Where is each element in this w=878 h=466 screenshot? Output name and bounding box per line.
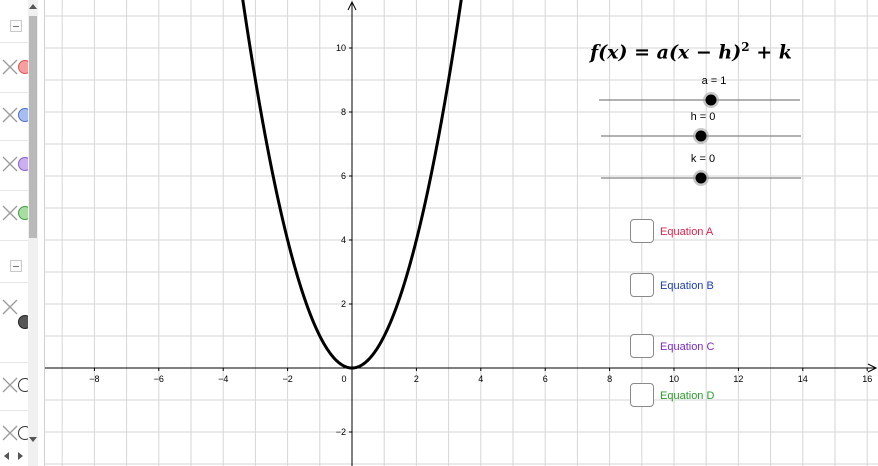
row-divider [0,410,30,411]
equation-c-checkbox[interactable] [630,334,654,358]
delete-icon[interactable] [1,298,19,316]
delete-icon[interactable] [1,424,19,442]
y-tick-label: 10 [336,43,346,53]
scroll-down-icon[interactable] [29,437,37,442]
row-divider [0,190,30,191]
x-tick-label: −8 [89,374,99,384]
x-tick-label: 10 [669,374,679,384]
algebra-view [0,0,45,466]
delete-icon[interactable] [1,155,19,173]
delete-icon[interactable] [1,376,19,394]
formula-tail: + k [749,41,792,64]
y-tick-label: 4 [341,235,346,245]
equation-b-checkbox[interactable] [630,273,654,297]
function-formula: f(x) = a(x − h)2 + k [590,40,792,63]
y-tick-label: −2 [336,427,346,437]
x-tick-label: −2 [282,374,292,384]
row-divider [0,282,30,283]
grid [45,0,878,466]
equation-b-label[interactable]: Equation B [660,280,714,293]
slider-k-label: k = 0 [690,153,716,165]
x-tick-label: 6 [543,374,548,384]
row-divider [0,362,30,363]
equation-d-checkbox[interactable] [630,383,654,407]
formula-exponent: 2 [741,40,750,54]
equation-a-label[interactable]: Equation A [660,226,713,239]
row-divider [0,42,30,43]
scroll-right-icon[interactable] [18,452,23,460]
slider-k-knob[interactable] [695,172,707,184]
equation-d-label[interactable]: Equation D [660,390,714,403]
equation-a-checkbox[interactable] [630,219,654,243]
collapse-button[interactable] [10,260,22,272]
scroll-left-icon[interactable] [4,452,9,460]
collapse-button-top[interactable] [10,20,22,32]
y-tick-label: 8 [341,107,346,117]
slider-h-knob[interactable] [695,130,707,142]
slider-a-label: a = 1 [701,75,727,87]
y-tick-label: 2 [341,299,346,309]
row-divider [0,92,30,93]
formula-main: f(x) = a(x − h) [590,41,742,64]
scrollbar-thumb[interactable] [29,16,37,238]
slider-a-knob[interactable] [705,94,717,106]
slider-h-label: h = 0 [690,111,716,123]
x-tick-label: −4 [218,374,228,384]
x-tick-label: 2 [414,374,419,384]
x-tick-label: −6 [154,374,164,384]
row-divider [0,240,30,241]
graphics-view[interactable]: −8 −6 −4 −2 0 2 4 6 8 10 12 14 16 10 8 6 4 2 −2 [45,0,878,466]
x-tick-label: 16 [862,374,872,384]
x-tick-label: 12 [733,374,743,384]
axes [45,0,878,466]
delete-icon[interactable] [1,58,19,76]
scroll-up-icon[interactable] [29,4,37,9]
equation-c-label[interactable]: Equation C [660,341,714,354]
delete-icon[interactable] [1,204,19,222]
x-tick-label: 14 [798,374,808,384]
x-tick-label: 0 [341,374,346,384]
row-divider [0,140,30,141]
x-tick-label: 8 [607,374,612,384]
delete-icon[interactable] [1,106,19,124]
x-tick-label: 4 [478,374,483,384]
y-tick-label: 6 [341,171,346,181]
